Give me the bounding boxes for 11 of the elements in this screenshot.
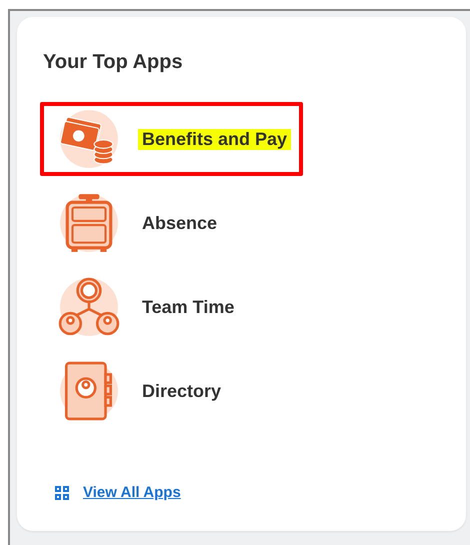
team-icon[interactable] (58, 276, 120, 338)
app-link[interactable]: Team Time (142, 296, 234, 318)
luggage-icon[interactable] (58, 192, 120, 254)
grid-icon[interactable] (55, 486, 69, 500)
app-link[interactable]: Absence (142, 212, 218, 234)
app-link[interactable]: Directory (142, 380, 222, 402)
money-icon[interactable] (58, 108, 120, 170)
app-link[interactable]: Benefits and Pay (138, 128, 292, 150)
view-all-apps-link[interactable]: View All Apps (83, 484, 181, 501)
address-book-icon[interactable] (58, 360, 120, 422)
card-title: Your Top Apps (43, 50, 184, 74)
